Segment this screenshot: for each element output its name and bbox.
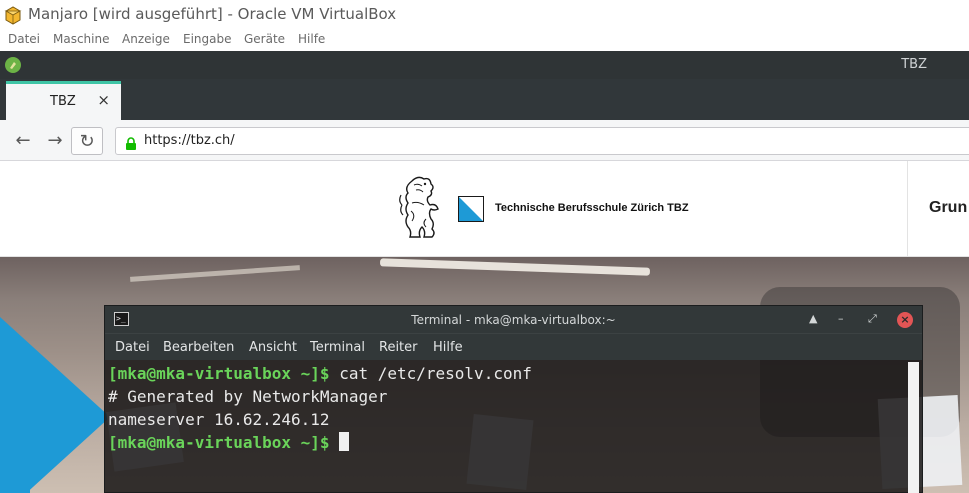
virtualbox-icon (3, 5, 23, 25)
shell-prompt: [mka@mka-virtualbox ~]$ (108, 433, 330, 452)
output-text: # Generated by NetworkManager (108, 387, 388, 406)
terminal-output[interactable]: [mka@mka-virtualbox ~]$ cat /etc/resolv.… (105, 360, 908, 493)
guest-top-panel: TBZ (0, 51, 969, 79)
browser-tabbar: TBZ × (0, 79, 969, 120)
command-text: cat /etc/resolv.conf (329, 364, 532, 383)
host-titlebar: Manjaro [wird ausgeführt] - Oracle VM Vi… (0, 0, 969, 30)
forward-icon[interactable]: → (40, 127, 70, 155)
shade-icon[interactable]: ▲ (809, 312, 817, 326)
ceiling-light (379, 258, 651, 276)
host-menubar: Datei Maschine Anzeige Eingabe Geräte Hi… (0, 30, 969, 51)
terminal-scrollbar[interactable] (908, 362, 919, 493)
school-name[interactable]: Technische Berufsschule Zürich TBZ (495, 202, 689, 214)
browser-tab-tbz[interactable]: TBZ × (6, 81, 121, 120)
shell-prompt: [mka@mka-virtualbox ~]$ (108, 364, 330, 383)
host-menu-anzeige[interactable]: Anzeige (122, 32, 170, 46)
terminal-menu-hilfe[interactable]: Hilfe (433, 340, 463, 355)
close-icon[interactable]: × (897, 312, 913, 328)
terminal-title: Terminal - mka@mka-virtualbox:~ (411, 313, 616, 327)
command-text (330, 433, 340, 452)
terminal-menu-datei[interactable]: Datei (115, 340, 150, 355)
url-bar[interactable]: https://tbz.ch/ (115, 127, 969, 155)
terminal-line: [mka@mka-virtualbox ~]$ (108, 431, 908, 454)
host-menu-maschine[interactable]: Maschine (53, 32, 109, 46)
host-menu-eingabe[interactable]: Eingabe (183, 32, 232, 46)
host-menu-datei[interactable]: Datei (8, 32, 40, 46)
zurich-lion-logo-icon[interactable] (398, 175, 444, 241)
maximize-icon[interactable]: ⤢ (868, 312, 877, 326)
terminal-menubar: Datei Bearbeiten Ansicht Terminal Reiter… (105, 333, 922, 360)
reload-icon[interactable]: ↻ (71, 127, 103, 155)
terminal-window[interactable]: >_ Terminal - mka@mka-virtualbox:~ ▲ – ⤢… (104, 305, 923, 493)
manjaro-menu-icon[interactable] (5, 57, 21, 73)
blue-bar-decoration (0, 387, 30, 493)
ceiling-light (130, 265, 300, 282)
host-menu-geraete[interactable]: Geräte (244, 32, 285, 46)
host-menu-hilfe[interactable]: Hilfe (298, 32, 325, 46)
terminal-titlebar[interactable]: >_ Terminal - mka@mka-virtualbox:~ ▲ – ⤢… (105, 306, 922, 333)
terminal-menu-bearbeiten[interactable]: Bearbeiten (163, 340, 234, 355)
terminal-menu-reiter[interactable]: Reiter (379, 340, 418, 355)
zurich-coat-of-arms-icon (458, 196, 484, 222)
url-text: https://tbz.ch/ (144, 133, 235, 148)
terminal-line: nameserver 16.62.246.12 (108, 408, 908, 431)
panel-window-label[interactable]: TBZ (901, 57, 927, 72)
tab-close-icon[interactable]: × (97, 92, 110, 108)
browser-navbar: ← → ↻ https://tbz.ch/ (0, 120, 969, 161)
terminal-menu-ansicht[interactable]: Ansicht (249, 340, 297, 355)
site-header: Technische Berufsschule Zürich TBZ Grun (0, 161, 969, 257)
minimize-icon[interactable]: – (838, 312, 844, 326)
host-window-title: Manjaro [wird ausgeführt] - Oracle VM Vi… (28, 5, 397, 23)
site-nav-item[interactable]: Grun (929, 199, 967, 217)
back-icon[interactable]: ← (8, 127, 38, 155)
header-divider (907, 161, 908, 257)
output-text: nameserver 16.62.246.12 (108, 410, 330, 429)
terminal-line: [mka@mka-virtualbox ~]$ cat /etc/resolv.… (108, 362, 908, 385)
text-cursor (339, 432, 350, 451)
terminal-line: # Generated by NetworkManager (108, 385, 908, 408)
terminal-menu-terminal[interactable]: Terminal (310, 340, 365, 355)
lock-icon (125, 135, 137, 150)
tab-title: TBZ (50, 94, 76, 109)
